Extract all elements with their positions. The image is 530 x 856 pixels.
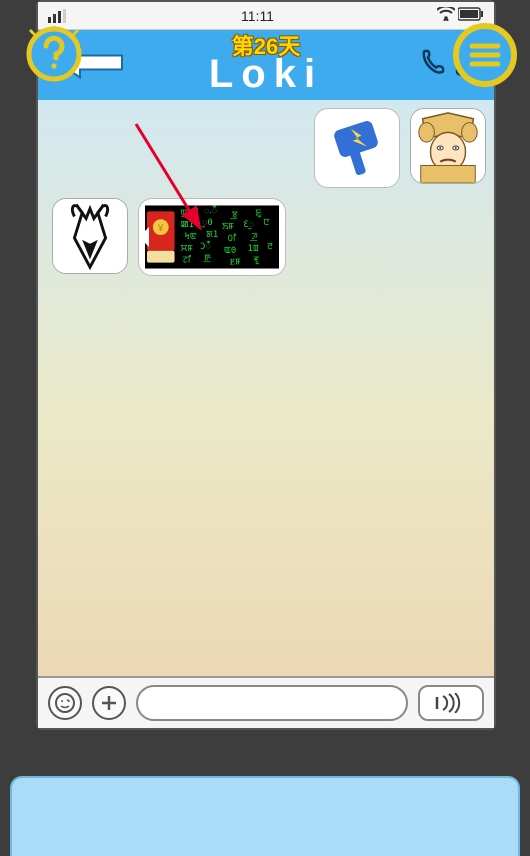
plus-button[interactable] (92, 686, 126, 720)
svg-text:ꯗ1: ꯗ1 (206, 230, 218, 240)
svg-text:1ꯡ: 1ꯡ (247, 244, 259, 254)
svg-text:꯬ꯩ: ꯬ꯩ (204, 205, 217, 216)
message-row-thor (46, 108, 486, 188)
phone-icon[interactable] (418, 48, 448, 83)
message-row-loki: ꯟ꯭ꯁꯤ꯬ꯩꯕ꯭ꯐꯨ ꯀ1ꯨ0ꯏꯝƐꯨꯅ Ϟꯟꯗ10ꯤꯍ꯭ ꯆꯝƆꯩꯑ01ꯡꯂ … (46, 198, 486, 276)
svg-text:Ɇꯝ: Ɇꯝ (230, 258, 241, 268)
message-input[interactable] (136, 685, 408, 721)
status-time: 11:11 (241, 8, 274, 24)
svg-text:ꯂ: ꯂ (267, 242, 273, 252)
svg-text:ꯓꯨ: ꯓꯨ (253, 256, 259, 266)
hint-button[interactable] (26, 26, 82, 82)
signal-left-icon (48, 9, 78, 23)
emoji-button[interactable] (48, 686, 82, 720)
svg-text:ꯀ1: ꯀ1 (180, 220, 194, 230)
svg-text:ꯨ0: ꯨ0 (201, 218, 212, 228)
svg-text:ꯐꯨ: ꯐꯨ (255, 208, 262, 218)
svg-text:ꯆꯝ: ꯆꯝ (180, 244, 193, 254)
svg-text:ꯅ: ꯅ (263, 218, 270, 228)
bottom-panel (10, 776, 520, 856)
svg-text:ꯟ꯭ꯁꯤ: ꯟ꯭ꯁꯤ (180, 207, 198, 218)
chat-area: ꯟ꯭ꯁꯤ꯬ꯩꯕ꯭ꯐꯨ ꯀ1ꯨ0ꯏꯝƐꯨꯅ Ϟꯟꯗ10ꯤꯍ꯭ ꯆꯝƆꯩꯑ01ꯡꯂ … (38, 100, 494, 676)
svg-text:ꯖꯤ: ꯖꯤ (182, 255, 191, 266)
svg-text:¥: ¥ (157, 223, 164, 234)
svg-text:ꯍ꯭: ꯍ꯭ (250, 232, 259, 242)
svg-text:ꯑ0: ꯑ0 (224, 246, 236, 256)
svg-text:ꯕ꯭: ꯕ꯭ (230, 210, 238, 220)
menu-button[interactable] (452, 22, 518, 88)
svg-text:Ɔꯩ: Ɔꯩ (200, 240, 211, 251)
input-bar (38, 676, 494, 728)
voice-button[interactable] (418, 685, 484, 721)
svg-text:Ϟꯟ: Ϟꯟ (184, 232, 196, 242)
svg-text:Ɛꯨ: Ɛꯨ (244, 220, 255, 230)
hammer-bubble[interactable] (314, 108, 400, 188)
chat-title: Loki (209, 54, 323, 94)
svg-text:ꯏꯝ: ꯏꯝ (222, 222, 235, 232)
svg-text:ꯒ꯭: ꯒ꯭ (203, 254, 211, 264)
thor-avatar[interactable] (410, 108, 486, 184)
virus-bubble[interactable]: ꯟ꯭ꯁꯤ꯬ꯩꯕ꯭ꯐꯨ ꯀ1ꯨ0ꯏꯝƐꯨꯅ Ϟꯟꯗ10ꯤꯍ꯭ ꯆꯝƆꯩꯑ01ꯡꯂ … (138, 198, 286, 276)
loki-avatar[interactable] (52, 198, 128, 274)
svg-text:0ꯤ: 0ꯤ (228, 233, 237, 244)
title-bar: 第26天 Loki (38, 30, 494, 100)
phone-frame: 11:11 第26天 Lok (36, 0, 496, 730)
status-bar: 11:11 (38, 2, 494, 30)
